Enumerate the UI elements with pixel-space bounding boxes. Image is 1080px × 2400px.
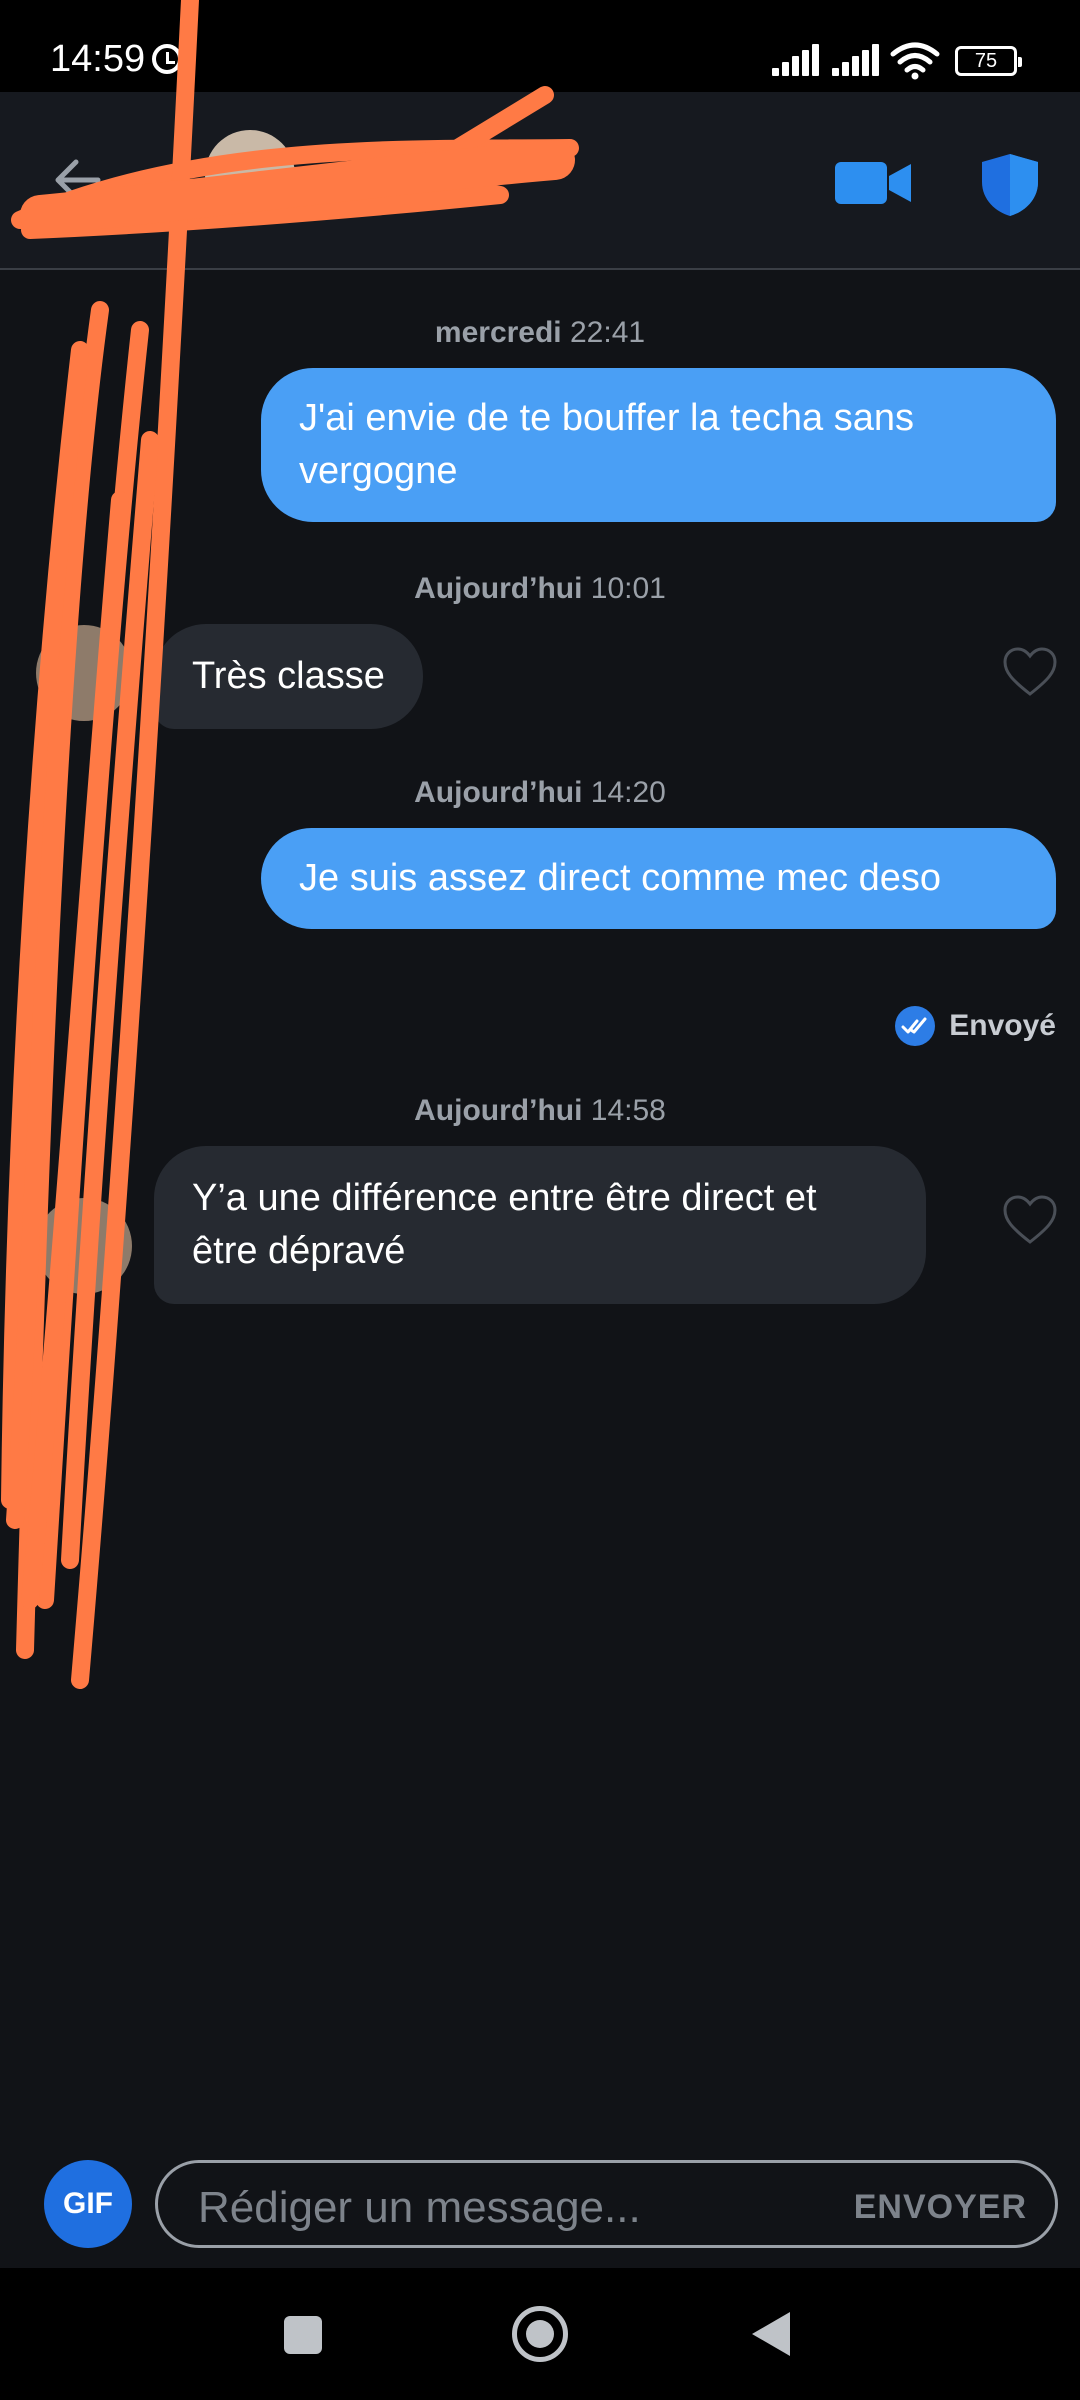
wifi-icon: [890, 42, 940, 80]
shield-icon[interactable]: [980, 152, 1040, 218]
home-icon[interactable]: [512, 2306, 568, 2362]
system-nav-bar: [0, 2268, 1080, 2400]
outgoing-message[interactable]: J'ai envie de te bouffer la techa sans v…: [261, 368, 1056, 522]
heart-icon[interactable]: [1002, 1194, 1058, 1246]
signal-icon: [772, 44, 822, 76]
message-placeholder: Rédiger un message...: [198, 2183, 641, 2232]
sent-status-label: Envoyé: [949, 1009, 1056, 1042]
message-input[interactable]: Rédiger un message... ENVOYER: [155, 2160, 1058, 2248]
message-composer: GIF Rédiger un message... ENVOYER: [0, 2140, 1080, 2268]
recent-apps-icon[interactable]: [284, 2316, 322, 2354]
signal-icon: [832, 44, 882, 76]
alarm-icon: [152, 44, 182, 74]
message-timestamp: Aujourd’hui 14:58: [414, 1094, 666, 1127]
status-bar: 14:59 75: [0, 0, 1080, 92]
incoming-message[interactable]: Y’a une différence entre être direct et …: [154, 1146, 926, 1304]
incoming-message[interactable]: Très classe: [154, 624, 423, 729]
chat-header: [0, 92, 1080, 270]
contact-avatar[interactable]: [205, 130, 295, 220]
contact-avatar[interactable]: [36, 1198, 132, 1294]
message-timestamp: Aujourd’hui 10:01: [414, 572, 666, 605]
heart-icon[interactable]: [1002, 646, 1058, 698]
sent-status: Envoyé: [895, 1006, 1056, 1046]
message-list[interactable]: mercredi 22:41 J'ai envie de te bouffer …: [0, 270, 1080, 2140]
double-check-icon: [895, 1006, 936, 1046]
outgoing-message[interactable]: Je suis assez direct comme mec deso: [261, 828, 1056, 929]
battery-icon: 75: [955, 46, 1022, 76]
contact-avatar[interactable]: [36, 625, 132, 721]
back-arrow-icon[interactable]: [48, 150, 108, 210]
gif-button[interactable]: GIF: [44, 2160, 132, 2248]
status-time: 14:59: [50, 38, 146, 80]
message-timestamp: mercredi 22:41: [434, 316, 646, 349]
video-camera-icon[interactable]: [835, 160, 911, 206]
back-icon[interactable]: [752, 2312, 790, 2356]
message-timestamp: Aujourd’hui 14:20: [414, 776, 666, 809]
send-button[interactable]: ENVOYER: [854, 2188, 1027, 2227]
